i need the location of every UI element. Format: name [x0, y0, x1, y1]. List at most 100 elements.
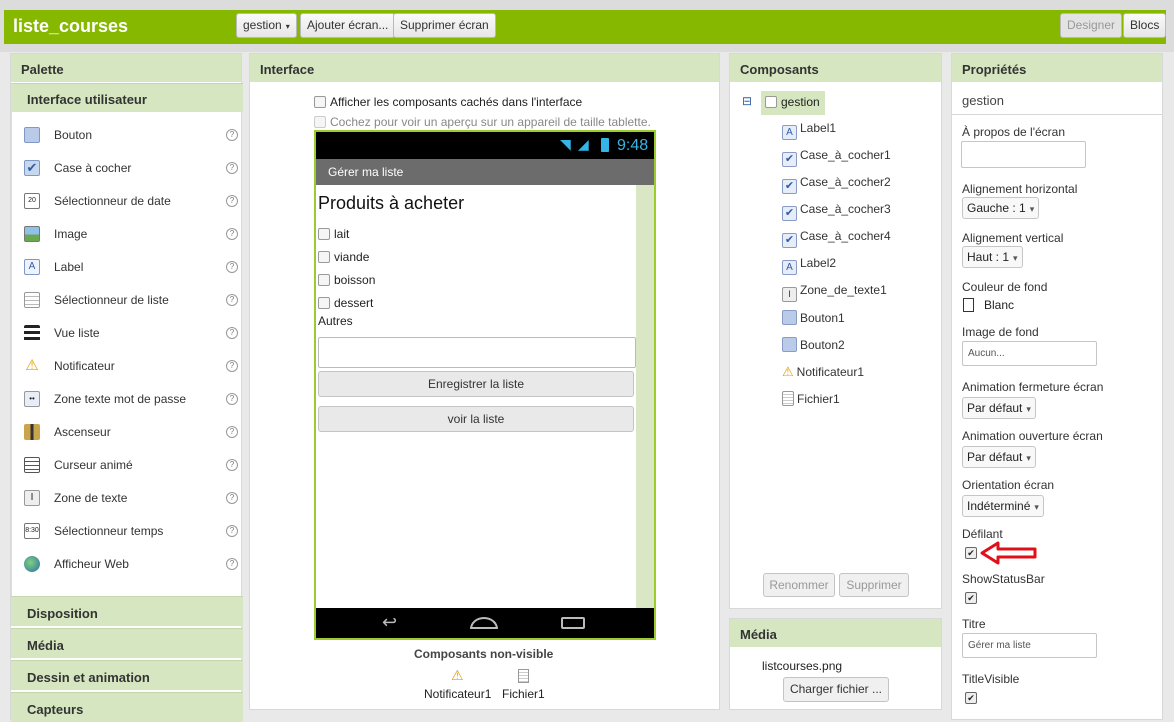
checkbox-boisson[interactable]: boisson: [318, 273, 375, 287]
help-icon[interactable]: ?: [226, 195, 238, 207]
help-icon[interactable]: ?: [226, 360, 238, 372]
help-icon[interactable]: ?: [226, 525, 238, 537]
checkbox-box[interactable]: [318, 228, 330, 240]
save-list-button[interactable]: Enregistrer la liste: [318, 371, 634, 397]
home-icon[interactable]: [470, 617, 498, 629]
checkbox-box[interactable]: [318, 297, 330, 309]
help-icon[interactable]: ?: [226, 393, 238, 405]
non-visible-notifier[interactable]: Notificateur1: [424, 687, 491, 701]
help-icon[interactable]: ?: [226, 261, 238, 273]
tree-item-notifier1[interactable]: ⚠ Notificateur1: [782, 364, 864, 384]
palette-item-notifier[interactable]: ⚠ Notificateur?: [24, 356, 238, 376]
palette-item-time-picker[interactable]: 8:30 Sélectionneur temps?: [24, 521, 238, 541]
help-icon[interactable]: ?: [226, 228, 238, 240]
palette-item-label: Notificateur: [54, 359, 115, 373]
palette-item-label-component[interactable]: A Label?: [24, 257, 238, 277]
tree-item-button2[interactable]: Bouton2: [782, 337, 845, 357]
bgcolor-picker[interactable]: Blanc: [963, 298, 1014, 312]
tree-item-label: Case_à_cocher3: [800, 202, 891, 216]
delete-button[interactable]: Supprimer: [839, 573, 909, 597]
close-anim-select[interactable]: Par défaut: [962, 397, 1036, 419]
tree-item-checkbox2[interactable]: ✔ Case_à_cocher2: [782, 175, 891, 195]
screen-select-button[interactable]: gestion ▾: [236, 13, 297, 38]
palette-item-button[interactable]: Bouton?: [24, 125, 238, 145]
checkbox-box[interactable]: [318, 274, 330, 286]
palette-category-ui[interactable]: Interface utilisateur: [11, 83, 243, 112]
scrollable-checkbox[interactable]: ✔: [965, 547, 977, 559]
palette-item-textbox[interactable]: I Zone de texte?: [24, 488, 238, 508]
scrollable-label: Défilant: [962, 527, 1003, 541]
valign-select[interactable]: Haut : 1: [962, 246, 1023, 268]
palette-category-layout[interactable]: Disposition: [11, 596, 243, 626]
palette-item-label: Bouton: [54, 128, 93, 142]
palette-item-date-picker[interactable]: 20 Sélectionneur de date?: [24, 191, 238, 211]
halign-select[interactable]: Gauche : 1: [962, 197, 1040, 219]
show-hidden-checkbox[interactable]: [314, 96, 326, 108]
help-icon[interactable]: ?: [226, 162, 238, 174]
rename-button[interactable]: Renommer: [763, 573, 835, 597]
others-textbox[interactable]: [318, 337, 636, 368]
palette-item-label: Sélectionneur de date: [54, 194, 171, 208]
view-list-button[interactable]: voir la liste: [318, 406, 634, 432]
orientation-select[interactable]: Indéterminé: [962, 495, 1044, 517]
palette-item-web-viewer[interactable]: Afficheur Web?: [24, 554, 238, 574]
tree-item-textbox1[interactable]: I Zone_de_texte1: [782, 283, 887, 303]
palette-category-drawing[interactable]: Dessin et animation: [11, 660, 243, 690]
help-icon[interactable]: ?: [226, 327, 238, 339]
tree-item-label2[interactable]: A Label2: [782, 256, 836, 276]
non-visible-file[interactable]: Fichier1: [502, 687, 545, 701]
image-icon: [24, 226, 40, 242]
label-icon: A: [782, 125, 797, 140]
palette-item-list-view[interactable]: Vue liste?: [24, 323, 238, 343]
tree-item-label1[interactable]: A Label1: [782, 121, 836, 141]
wifi-icon: ◥: [560, 136, 571, 152]
blocks-button[interactable]: Blocs: [1123, 13, 1167, 38]
open-anim-select[interactable]: Par défaut: [962, 446, 1036, 468]
palette-item-list: Bouton? ✔ Case à cocher? 20 Sélectionneur …: [11, 112, 241, 596]
tree-item-checkbox3[interactable]: ✔ Case_à_cocher3: [782, 202, 891, 222]
open-anim-label: Animation ouverture écran: [962, 429, 1103, 443]
statusbar-checkbox[interactable]: ✔: [965, 592, 977, 604]
tree-item-file1[interactable]: Fichier1: [782, 391, 840, 411]
upload-file-button[interactable]: Charger fichier ...: [783, 677, 889, 702]
help-icon[interactable]: ?: [226, 129, 238, 141]
palette-item-image[interactable]: Image?: [24, 224, 238, 244]
back-icon[interactable]: ↩: [382, 612, 397, 633]
remove-screen-button[interactable]: Supprimer écran: [393, 13, 496, 38]
checkbox-box[interactable]: [318, 251, 330, 263]
title-input[interactable]: Gérer ma liste: [962, 633, 1097, 658]
palette-category-sensors[interactable]: Capteurs: [11, 692, 243, 722]
palette-category-media[interactable]: Média: [11, 628, 243, 658]
help-icon[interactable]: ?: [226, 426, 238, 438]
title-visible-checkbox[interactable]: ✔: [965, 692, 977, 704]
tablet-preview-option[interactable]: Cochez pour voir un aperçu sur un appare…: [314, 115, 651, 129]
tree-item-button1[interactable]: Bouton1: [782, 310, 845, 330]
collapse-icon[interactable]: ⊟: [742, 94, 752, 108]
checkbox-lait[interactable]: lait: [318, 227, 349, 241]
palette-item-list-picker[interactable]: Sélectionneur de liste?: [24, 290, 238, 310]
tree-item-checkbox4[interactable]: ✔ Case_à_cocher4: [782, 229, 891, 249]
palette-item-spinner[interactable]: Curseur animé?: [24, 455, 238, 475]
show-hidden-option[interactable]: Afficher les composants cachés dans l'in…: [314, 95, 582, 109]
tree-item-checkbox1[interactable]: ✔ Case_à_cocher1: [782, 148, 891, 168]
app-title: liste_courses: [13, 16, 129, 36]
designer-button[interactable]: Designer: [1060, 13, 1123, 38]
bgimage-input[interactable]: Aucun...: [962, 341, 1097, 366]
help-icon[interactable]: ?: [226, 492, 238, 504]
help-icon[interactable]: ?: [226, 459, 238, 471]
palette-item-label: Sélectionneur temps: [54, 524, 164, 538]
add-screen-button[interactable]: Ajouter écran...: [300, 13, 396, 38]
help-icon[interactable]: ?: [226, 558, 238, 570]
palette-item-password[interactable]: •• Zone texte mot de passe?: [24, 389, 238, 409]
about-screen-textarea[interactable]: [961, 141, 1086, 168]
media-file[interactable]: listcourses.png: [762, 659, 842, 673]
help-icon[interactable]: ?: [226, 294, 238, 306]
checkbox-viande[interactable]: viande: [318, 250, 369, 264]
palette-item-slider[interactable]: Ascenseur?: [24, 422, 238, 442]
recents-icon[interactable]: [561, 617, 585, 629]
palette-item-checkbox[interactable]: ✔ Case à cocher?: [24, 158, 238, 178]
checkbox-dessert[interactable]: dessert: [318, 296, 373, 310]
tree-item-label: Case_à_cocher2: [800, 175, 891, 189]
tree-root[interactable]: gestion: [761, 91, 825, 115]
tablet-preview-checkbox[interactable]: [314, 116, 326, 128]
